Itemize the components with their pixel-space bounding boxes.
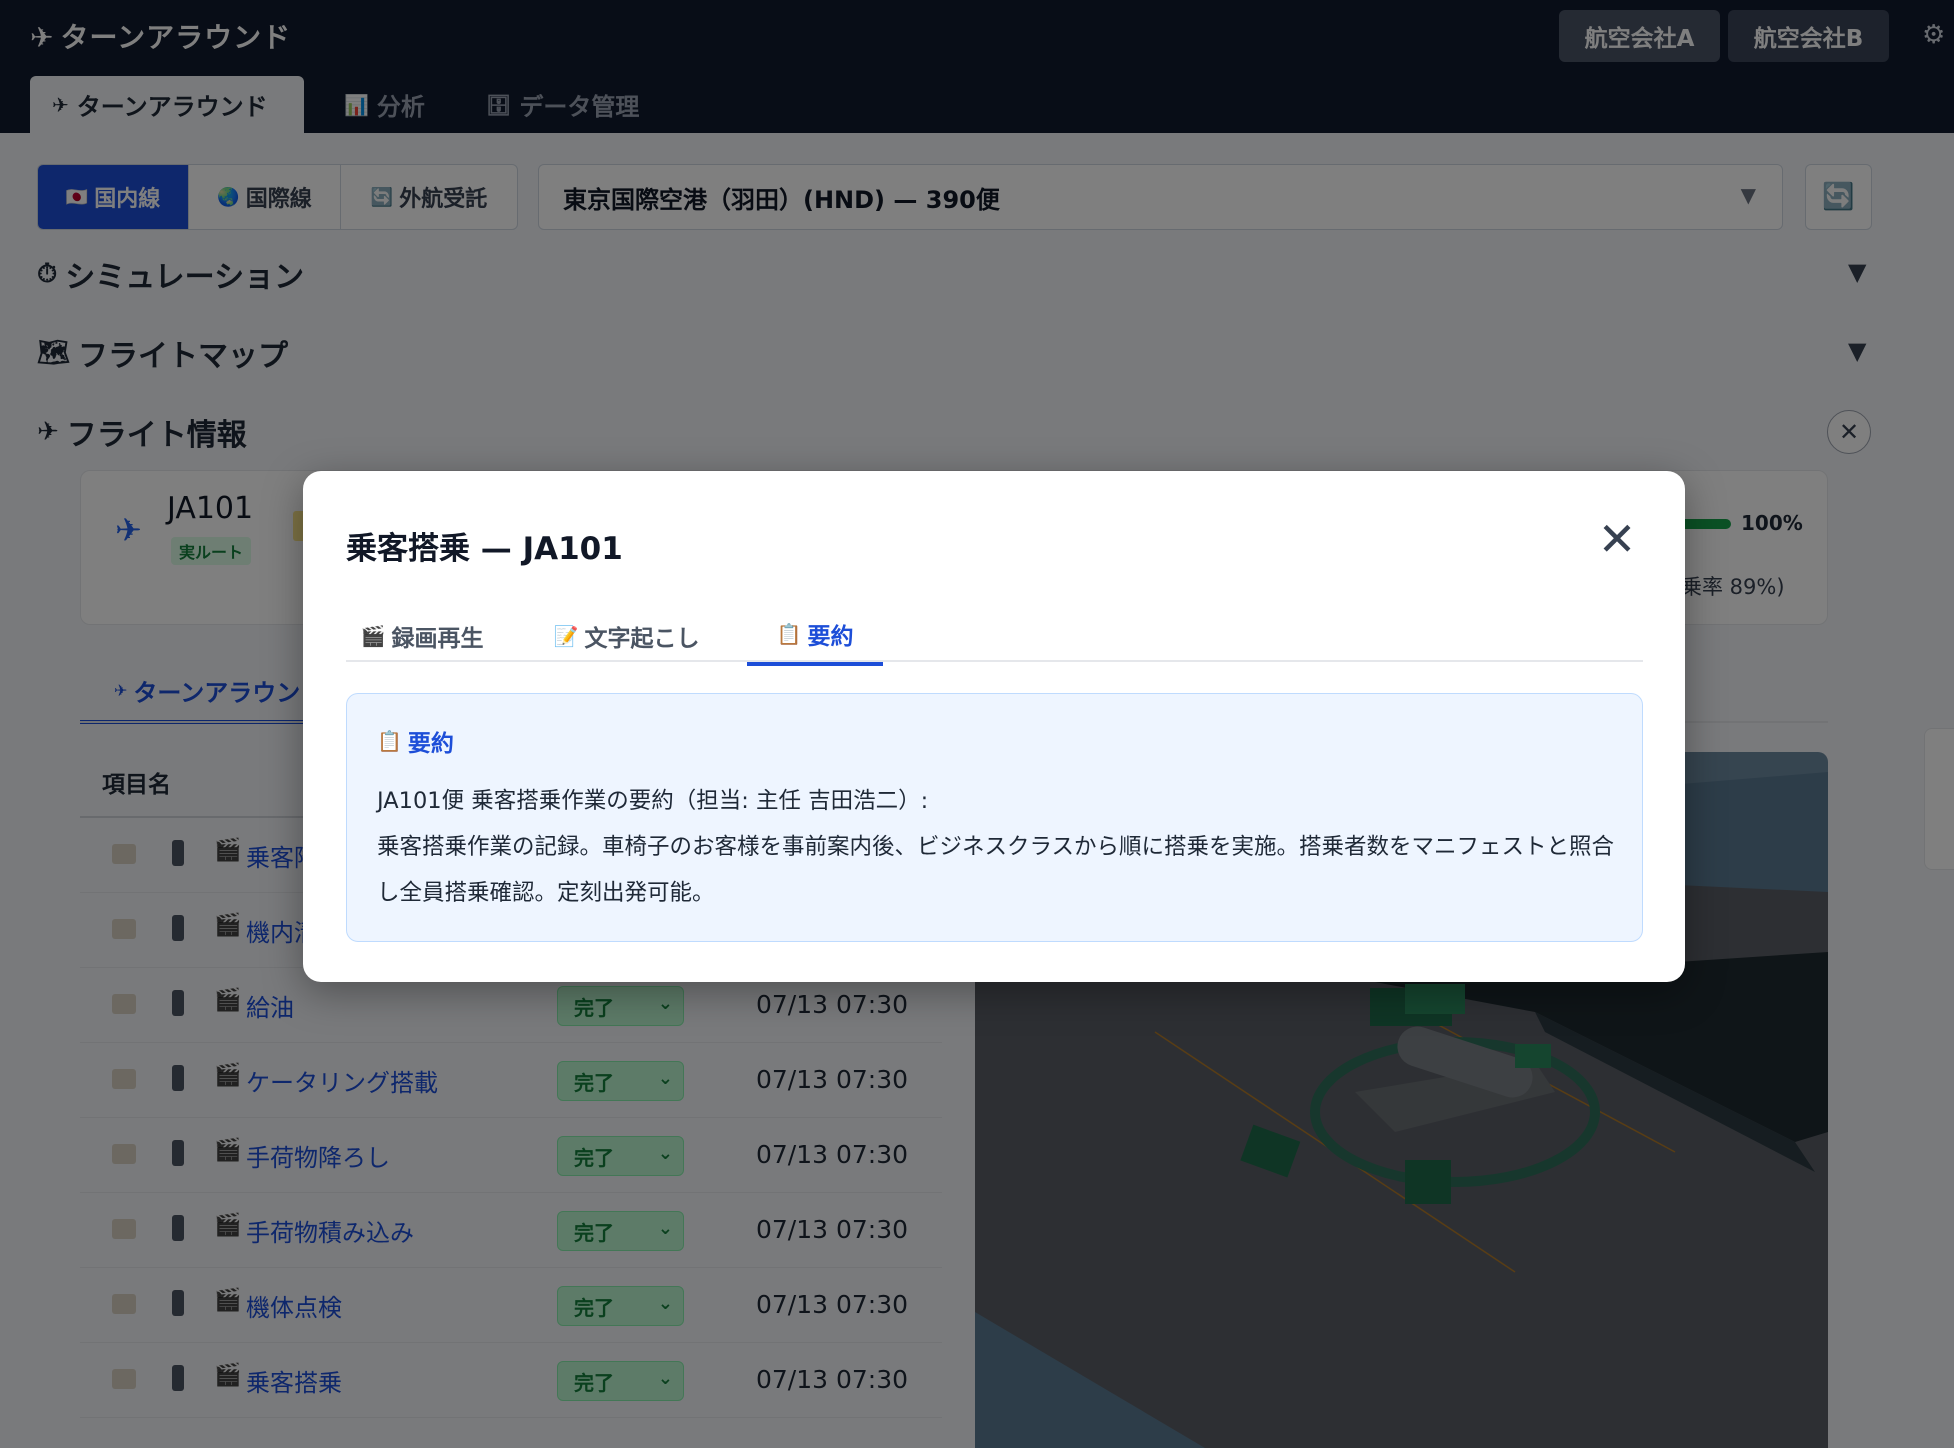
summary-line: 乗客搭乗作業の記録。車椅子のお客様を事前案内後、ビジネスクラスから順に搭乗を実施… — [377, 834, 1615, 906]
clipboard-icon: 📋 — [776, 622, 802, 646]
summary-heading: 📋 要約 — [377, 729, 454, 757]
summary-line: JA101便 乗客搭乗作業の要約（担当: 主任 吉田浩二）: — [377, 788, 929, 814]
tab-transcription[interactable]: 📝 文字起こし — [540, 606, 713, 666]
clapper-icon: 🎬 — [360, 624, 386, 648]
tab-recording-playback[interactable]: 🎬 録画再生 — [346, 606, 498, 666]
clipboard-icon: 📋 — [377, 729, 402, 753]
close-icon: ✕ — [1597, 512, 1637, 566]
tab-summary[interactable]: 📋 要約 — [747, 606, 883, 666]
summary-panel: 📋 要約 JA101便 乗客搭乗作業の要約（担当: 主任 吉田浩二）: 乗客搭乗作… — [346, 693, 1643, 942]
summary-text: JA101便 乗客搭乗作業の要約（担当: 主任 吉田浩二）: 乗客搭乗作業の記録… — [377, 778, 1617, 916]
memo-icon: 📝 — [553, 624, 579, 648]
task-detail-modal: 乗客搭乗 — JA101 ✕ 🎬 録画再生 📝 文字起こし 📋 要約 📋 要約 JA10… — [303, 471, 1685, 982]
close-modal-button[interactable]: ✕ — [1589, 511, 1645, 567]
modal-title: 乗客搭乗 — JA101 — [346, 531, 623, 567]
divider — [346, 660, 1643, 662]
